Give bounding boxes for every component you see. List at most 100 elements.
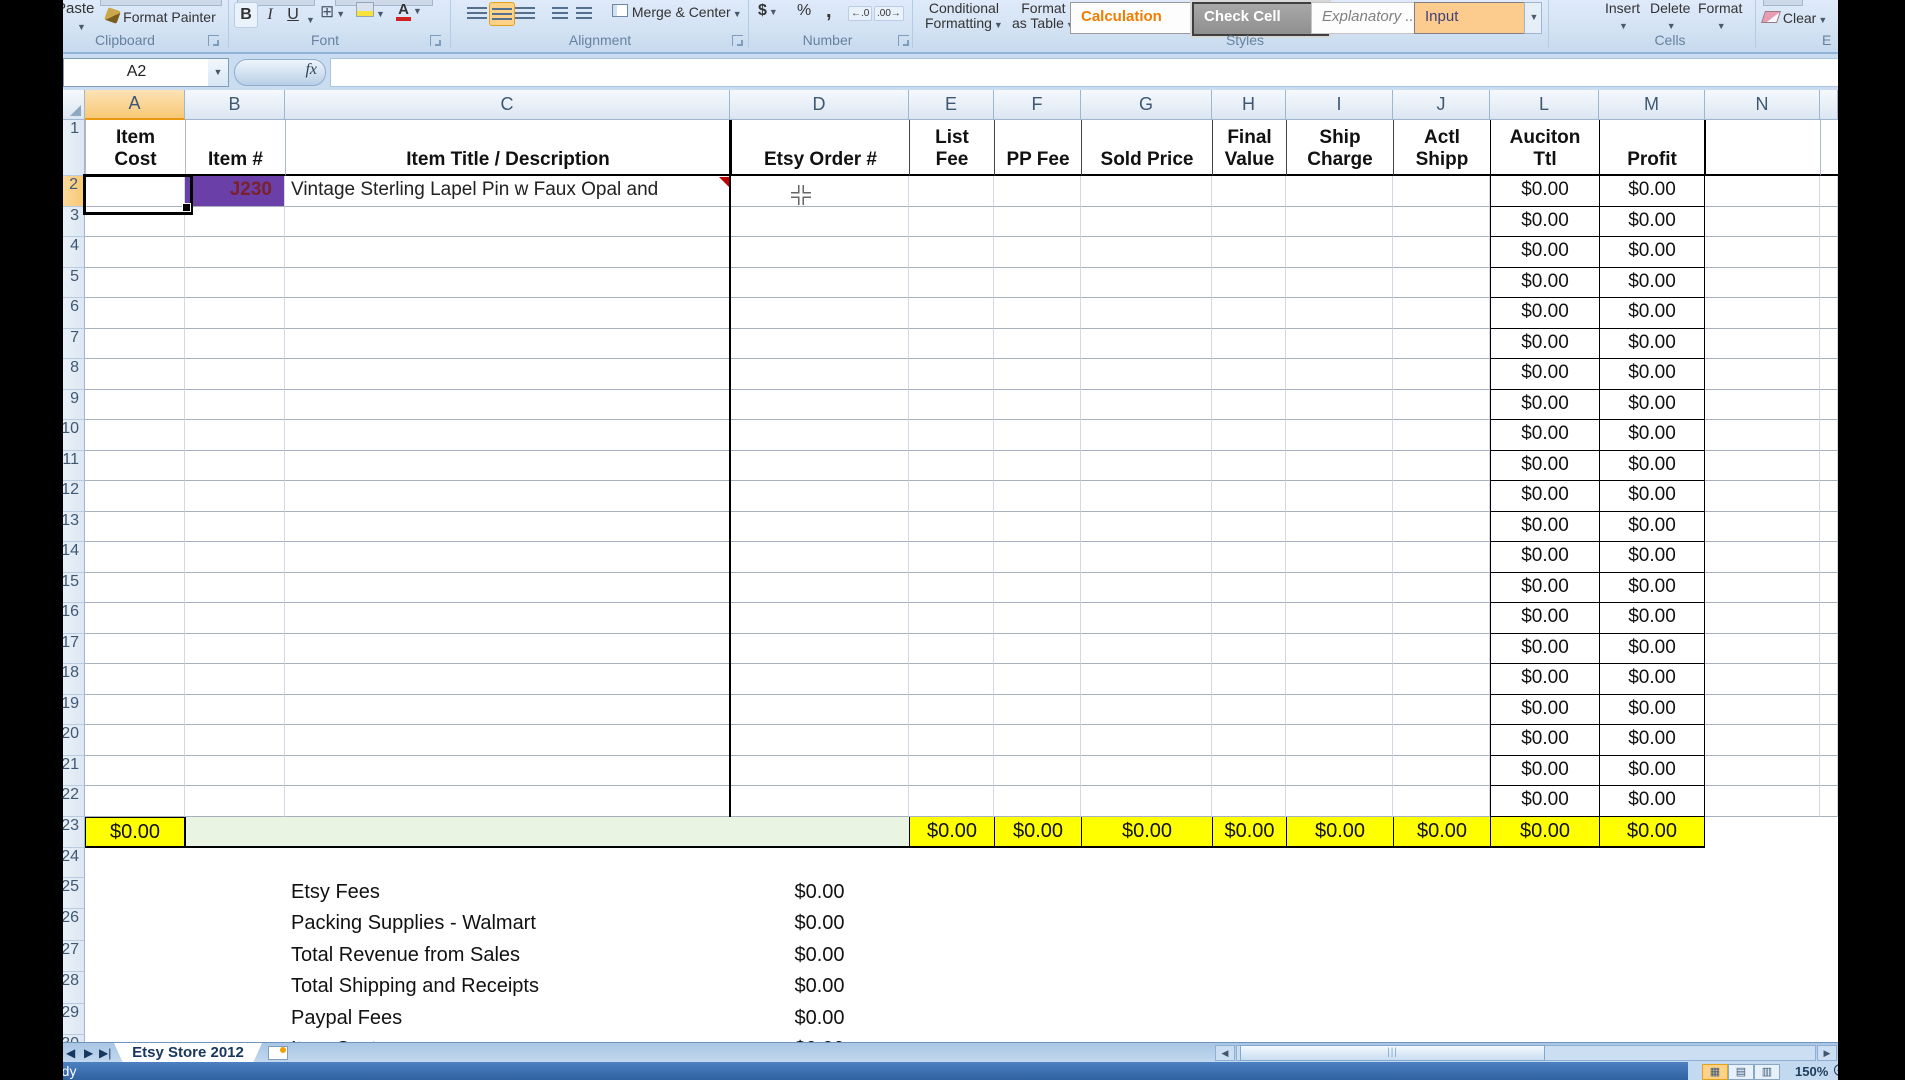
cell-E13[interactable] [909,512,994,543]
cell-B16[interactable] [185,603,285,634]
cell-H13[interactable] [1212,512,1286,543]
cell-F19[interactable] [994,695,1081,726]
cell-F22[interactable] [994,786,1081,817]
cell-N21[interactable] [1705,756,1820,787]
cell-L14[interactable]: $0.00 [1490,542,1599,573]
cell-D14[interactable] [730,542,909,573]
cell-J23[interactable]: $0.00 [1393,817,1490,848]
cell-C26[interactable]: Packing Supplies - Walmart [285,912,730,943]
cell-H20[interactable] [1212,725,1286,756]
cell-G15[interactable] [1081,573,1212,604]
column-header-N[interactable]: N [1705,90,1820,120]
cell-N16[interactable] [1705,603,1820,634]
cell-J19[interactable] [1393,695,1490,726]
cell-C1[interactable]: Item Title / Description [285,120,730,176]
cell-N14[interactable] [1705,542,1820,573]
cell-J7[interactable] [1393,329,1490,360]
cell-A19[interactable] [85,695,185,726]
cell-G16[interactable] [1081,603,1212,634]
cell-L13[interactable]: $0.00 [1490,512,1599,543]
cell-I2[interactable] [1286,176,1393,207]
cell-I20[interactable] [1286,725,1393,756]
insert-function-pill[interactable]: fx [234,59,326,86]
cell-D20[interactable] [730,725,909,756]
cell-C6[interactable] [285,298,730,329]
align-right-button[interactable] [513,2,537,24]
cell-A1[interactable]: Item Cost [85,120,185,176]
cell-G7[interactable] [1081,329,1212,360]
format-cells-button[interactable]: Format▼ [1698,0,1742,32]
cell-D13[interactable] [730,512,909,543]
cell-B4[interactable] [185,237,285,268]
cell-N3[interactable] [1705,207,1820,238]
last-sheet-arrow[interactable]: ▶| [99,1046,111,1060]
conditional-formatting-button[interactable]: Conditional Formatting▼ [925,1,1003,33]
sheet-tab-active[interactable]: Etsy Store 2012 [114,1043,262,1063]
cell-N12[interactable] [1705,481,1820,512]
cell-C4[interactable] [285,237,730,268]
cell-F4[interactable] [994,237,1081,268]
cell-M18[interactable]: $0.00 [1599,664,1705,695]
cell-E3[interactable] [909,207,994,238]
cell-L3[interactable]: $0.00 [1490,207,1599,238]
cell-M15[interactable]: $0.00 [1599,573,1705,604]
font-color-button[interactable]: A▼ [396,1,422,21]
cell-A20[interactable] [85,725,185,756]
cell-I15[interactable] [1286,573,1393,604]
styles-gallery-more-button[interactable]: ▼ [1524,2,1542,34]
cell-I9[interactable] [1286,390,1393,421]
cell-E20[interactable] [909,725,994,756]
cell-B14[interactable] [185,542,285,573]
alignment-dialog-launcher-icon[interactable] [732,35,743,46]
cell-F18[interactable] [994,664,1081,695]
underline-button[interactable]: U [281,2,305,28]
cell-A18[interactable] [85,664,185,695]
cell-H6[interactable] [1212,298,1286,329]
cell-N10[interactable] [1705,420,1820,451]
italic-button[interactable]: I [258,2,282,28]
cell-H17[interactable] [1212,634,1286,665]
cell-B6[interactable] [185,298,285,329]
column-header-I[interactable]: I [1286,90,1393,120]
cell-E8[interactable] [909,359,994,390]
cell-A12[interactable] [85,481,185,512]
cell-A11[interactable] [85,451,185,482]
cell-C16[interactable] [285,603,730,634]
cell-F21[interactable] [994,756,1081,787]
cell-H22[interactable] [1212,786,1286,817]
cell-L12[interactable]: $0.00 [1490,481,1599,512]
cell-N15[interactable] [1705,573,1820,604]
cell-F13[interactable] [994,512,1081,543]
cell-C19[interactable] [285,695,730,726]
cell-H19[interactable] [1212,695,1286,726]
cell-N1[interactable] [1705,120,1820,176]
cell-I6[interactable] [1286,298,1393,329]
cell-C13[interactable] [285,512,730,543]
decrease-indent-button[interactable] [550,2,574,24]
cell-B15[interactable] [185,573,285,604]
cell-F23[interactable]: $0.00 [994,817,1081,848]
name-box-dropdown[interactable]: ▼ [208,58,229,87]
cell-B9[interactable] [185,390,285,421]
cell-L22[interactable]: $0.00 [1490,786,1599,817]
cell-G13[interactable] [1081,512,1212,543]
normal-view-button[interactable]: ▦ [1702,1064,1728,1080]
cell-J20[interactable] [1393,725,1490,756]
column-header-L[interactable]: L [1490,90,1599,120]
cell-N7[interactable] [1705,329,1820,360]
clipboard-dialog-launcher-icon[interactable] [208,35,219,46]
cell-F12[interactable] [994,481,1081,512]
cell-C3[interactable] [285,207,730,238]
cell-D9[interactable] [730,390,909,421]
cell-M17[interactable]: $0.00 [1599,634,1705,665]
cell-D5[interactable] [730,268,909,299]
cell-B10[interactable] [185,420,285,451]
cell-H9[interactable] [1212,390,1286,421]
cell-C2[interactable]: Vintage Sterling Lapel Pin w Faux Opal a… [285,176,730,207]
cell-B21[interactable] [185,756,285,787]
delete-cells-button[interactable]: Delete▼ [1650,0,1690,32]
cell-F9[interactable] [994,390,1081,421]
cell-G8[interactable] [1081,359,1212,390]
cell-I16[interactable] [1286,603,1393,634]
cell-E1[interactable]: List Fee [909,120,994,176]
